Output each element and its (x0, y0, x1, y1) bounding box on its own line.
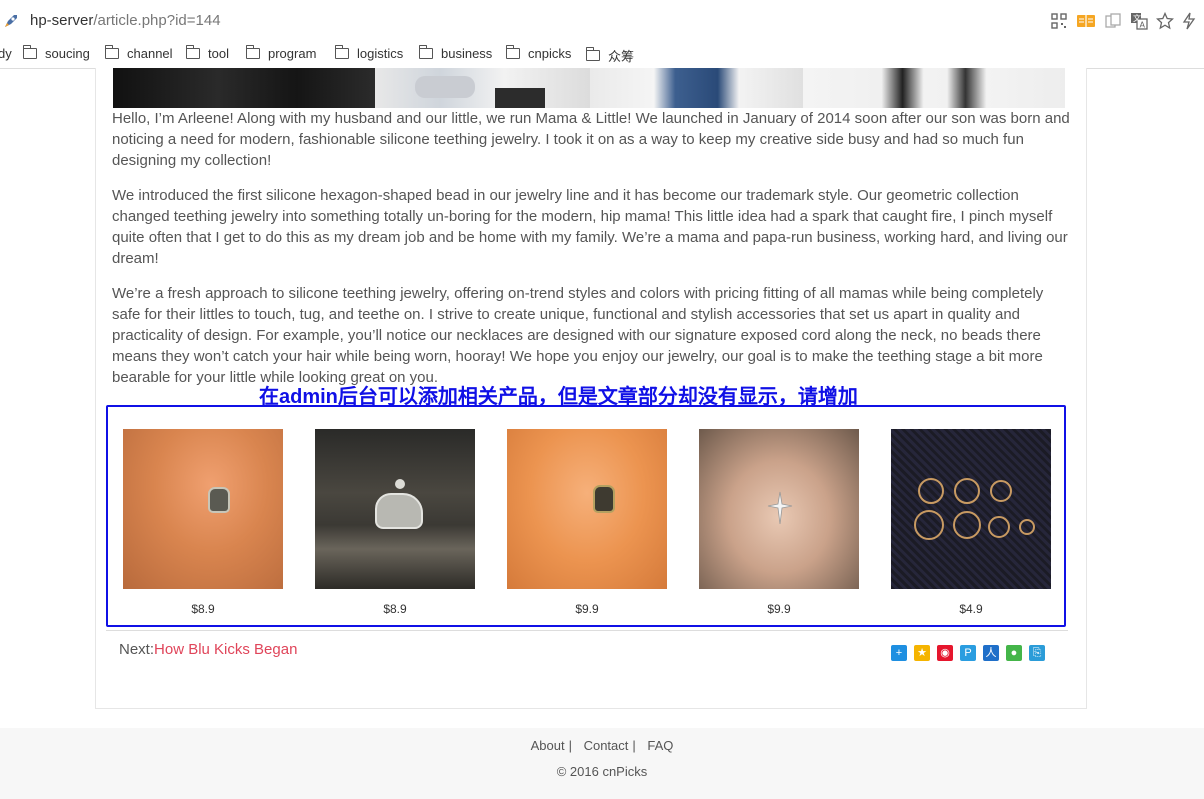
bookmark-label: channel (127, 46, 173, 61)
bookmark-label: soucing (45, 46, 90, 61)
lightning-icon[interactable] (1182, 12, 1196, 30)
next-label: Next: (119, 641, 155, 658)
url-host: hp-server (30, 12, 94, 29)
reader-mode-icon[interactable] (1076, 12, 1096, 30)
product-card[interactable]: $9.9 (699, 429, 859, 616)
compat-mode-icon[interactable] (1104, 12, 1122, 30)
url-text[interactable]: hp-server/article.php?id=144 (30, 12, 221, 29)
rocket-icon (5, 15, 17, 27)
next-article: Next:How Blu Kicks Began (119, 641, 297, 658)
svg-text:A: A (1140, 21, 1146, 30)
product-image[interactable] (699, 429, 859, 589)
folder-icon (334, 45, 349, 59)
address-bar[interactable]: hp-server/article.php?id=144 文A (0, 0, 1204, 42)
article-paragraph: Hello, I’m Arleene! Along with my husban… (112, 110, 1070, 169)
weibo-icon[interactable]: ◉ (937, 645, 953, 661)
copyright: © 2016 cnPicks (556, 764, 648, 779)
folder-icon (185, 45, 200, 59)
product-image[interactable] (891, 429, 1051, 589)
qzone-icon[interactable]: ★ (914, 645, 930, 661)
article-banner-image (113, 68, 1068, 108)
bookmark-folder-cnpicks[interactable]: cnpicks (505, 45, 572, 61)
folder-icon (505, 45, 520, 59)
product-card[interactable]: $8.9 (315, 429, 475, 616)
bookmark-folder-soucing[interactable]: soucing (22, 45, 90, 61)
folder-icon (418, 45, 433, 59)
bookmark-label: dy (0, 46, 12, 61)
translate-icon[interactable]: 文A (1130, 12, 1148, 30)
bookmark-label: business (441, 46, 493, 61)
renren-icon[interactable]: 人 (983, 645, 999, 661)
product-price: $9.9 (767, 602, 791, 616)
footer-contact-link[interactable]: Contact (584, 738, 629, 753)
product-price: $8.9 (383, 602, 407, 616)
related-products: $8.9 $8.9 $9.9 $9.9 $4.9 (106, 405, 1066, 627)
copy-icon[interactable]: ⎘ (1029, 645, 1045, 661)
article-page: Hello, I’m Arleene! Along with my husban… (95, 68, 1087, 709)
product-price: $9.9 (575, 602, 599, 616)
footer-faq-link[interactable]: FAQ (647, 738, 673, 753)
bookmark-folder-program[interactable]: program (245, 45, 317, 61)
bookmarks-bar: dy soucing channel tool program logistic… (0, 42, 1204, 69)
bookmark-folder-tool[interactable]: tool (185, 45, 229, 61)
folder-icon (22, 45, 37, 59)
bookmark-folder-business[interactable]: business (418, 45, 493, 61)
article-paragraph: We introduced the first silicone hexagon… (112, 187, 1068, 267)
folder-icon (585, 47, 600, 61)
divider (106, 630, 1068, 631)
product-card[interactable]: $8.9 (123, 429, 283, 616)
article-body: Hello, I’m Arleene! Along with my husban… (112, 108, 1070, 402)
folder-icon (245, 45, 260, 59)
product-image[interactable] (123, 429, 283, 589)
product-price: $4.9 (959, 602, 983, 616)
footer-separator: | (632, 738, 636, 753)
bookmark-folder-channel[interactable]: channel (104, 45, 173, 61)
product-card[interactable]: $9.9 (507, 429, 667, 616)
bookmark-folder-crowdfunding[interactable]: 众筹 (585, 46, 635, 65)
footer: About | Contact | FAQ © 2016 cnPicks (0, 728, 1204, 799)
url-path: /article.php?id=144 (93, 12, 221, 29)
product-card[interactable]: $4.9 (891, 429, 1051, 616)
tencent-icon[interactable]: P (960, 645, 976, 661)
bookmark-star-icon[interactable] (1156, 12, 1174, 30)
qr-code-icon[interactable] (1050, 12, 1068, 30)
article-paragraph: We’re a fresh approach to silicone teeth… (112, 285, 1044, 386)
bookmark-label: tool (208, 46, 229, 61)
product-price: $8.9 (191, 602, 215, 616)
footer-separator: | (568, 738, 572, 753)
bookmark-label: logistics (357, 46, 404, 61)
plus-icon[interactable]: + (891, 645, 907, 661)
share-toolbar: + ★ ◉ P 人 ● ⎘ (891, 645, 1045, 661)
bookmark-label: 众筹 (608, 49, 635, 64)
bookmark-folder-logistics[interactable]: logistics (334, 45, 404, 61)
bookmark-partial[interactable]: dy (0, 46, 12, 61)
wechat-icon[interactable]: ● (1006, 645, 1022, 661)
footer-about-link[interactable]: About (531, 738, 565, 753)
product-image[interactable] (315, 429, 475, 589)
bookmark-label: cnpicks (528, 46, 572, 61)
folder-icon (104, 45, 119, 59)
next-article-link[interactable]: How Blu Kicks Began (154, 641, 297, 658)
bookmark-label: program (268, 46, 317, 61)
product-image[interactable] (507, 429, 667, 589)
